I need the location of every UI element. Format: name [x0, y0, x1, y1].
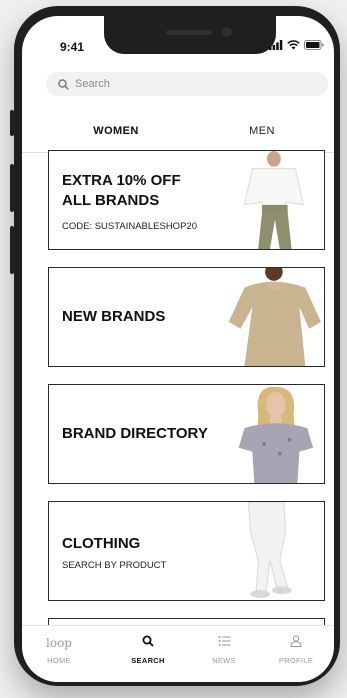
new-brands-card[interactable]: NEW BRANDS [48, 267, 325, 367]
mute-switch [10, 110, 14, 136]
signal-icon [269, 40, 283, 50]
nav-search[interactable]: SEARCH [118, 634, 178, 665]
card-title: CLOTHING [62, 535, 141, 552]
status-icons [269, 40, 324, 50]
list-icon [218, 636, 230, 646]
card-title-line2: ALL BRANDS [62, 192, 160, 209]
loop-logo-icon: loop [46, 636, 72, 650]
card-subtitle: CODE: SUSTAINABLESHOP20 [62, 221, 197, 232]
nav-news[interactable]: NEWS [194, 634, 254, 665]
speaker-grille [166, 30, 212, 35]
nav-profile[interactable]: PROFILE [266, 634, 326, 665]
tab-men-label: MEN [249, 125, 275, 137]
model-image-beige-dress [228, 268, 321, 366]
volume-down-button [10, 226, 14, 274]
brand-directory-card[interactable]: BRAND DIRECTORY [48, 384, 325, 484]
card-subtitle: SEARCH BY PRODUCT [62, 560, 167, 571]
nav-home-label: HOME [47, 656, 71, 665]
nav-search-label: SEARCH [131, 656, 165, 665]
gender-tabs: WOMEN MEN [22, 120, 334, 153]
bottom-navigation: loop HOME SEARCH NEWS PROFILE [22, 625, 334, 682]
battery-icon [304, 40, 324, 50]
search-bar[interactable]: Search [46, 72, 328, 96]
clothing-card[interactable]: CLOTHING SEARCH BY PRODUCT [48, 501, 325, 601]
model-image-white-shirt [243, 151, 304, 249]
nav-profile-label: PROFILE [278, 656, 314, 665]
card-title-line1: EXTRA 10% OFF [62, 172, 181, 189]
tab-women[interactable]: WOMEN [66, 120, 166, 152]
notch [104, 16, 276, 54]
card-title: BRAND DIRECTORY [62, 425, 208, 442]
model-image-floral-top [238, 386, 314, 483]
front-camera [222, 27, 232, 37]
nav-home[interactable]: loop HOME [29, 634, 89, 665]
search-icon [142, 635, 154, 647]
user-icon [290, 635, 302, 647]
status-time: 9:41 [60, 40, 85, 54]
card-title: EXTRA 10% OFF ALL BRANDS [62, 171, 212, 211]
wifi-icon [287, 40, 300, 50]
tab-men[interactable]: MEN [237, 120, 287, 152]
app-screen: 9:41 Search WOMEN MEN EXTRA 10% OFF ALL … [22, 16, 334, 682]
model-image-white-pants [247, 502, 292, 599]
tab-women-label: WOMEN [93, 125, 139, 137]
search-placeholder: Search [75, 78, 110, 90]
card-title: NEW BRANDS [62, 308, 166, 325]
volume-up-button [10, 164, 14, 212]
promo-card-discount[interactable]: EXTRA 10% OFF ALL BRANDS CODE: SUSTAINAB… [48, 150, 325, 250]
search-icon [58, 78, 69, 90]
nav-news-label: NEWS [212, 656, 236, 665]
